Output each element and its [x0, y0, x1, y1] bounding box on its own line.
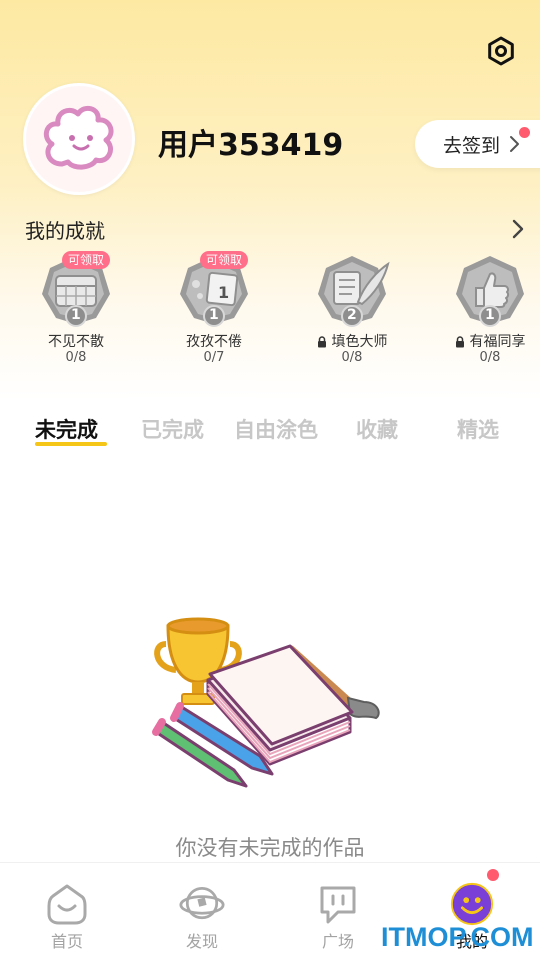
achievements-header[interactable]: 我的成就	[25, 214, 525, 244]
badge-item[interactable]: 1 有福同享 0/8	[425, 250, 540, 370]
badge-progress: 0/8	[341, 350, 363, 365]
watermark: ITMOP.COM	[381, 922, 534, 952]
nav-home[interactable]: 首页	[17, 881, 117, 957]
nav-notification-dot	[487, 869, 499, 881]
badge-level: 1	[71, 307, 81, 323]
badge-level: 2	[347, 307, 357, 323]
planet-icon	[179, 886, 225, 920]
badge-progress: 0/8	[65, 350, 87, 365]
claimable-tag: 可领取	[62, 251, 111, 269]
empty-state-message: 你没有未完成的作品	[175, 836, 365, 860]
checkin-label: 去签到	[443, 134, 501, 157]
badge-progress: 0/8	[479, 350, 501, 365]
badge-level: 1	[485, 307, 495, 323]
achievement-badges: 1 可领取 不见不散 0/8 1 1 可领取 孜孜不倦 0/7 2 填色大师 0…	[0, 250, 540, 370]
tab-finished[interactable]: 已完成	[141, 410, 204, 450]
settings-button[interactable]	[484, 34, 518, 68]
chat-icon	[320, 886, 356, 924]
badge-name: 不见不散	[48, 334, 104, 350]
nav-square-label: 广场	[321, 932, 354, 951]
lock-icon	[317, 336, 326, 348]
thumbs-up-badge-icon: 1	[450, 250, 530, 330]
quill-scroll-badge-icon: 2	[312, 250, 392, 330]
svg-text:1: 1	[218, 283, 229, 302]
profile-face-icon	[450, 882, 494, 926]
claimable-tag: 可领取	[200, 251, 249, 269]
tab-featured[interactable]: 精选	[457, 410, 499, 450]
avatar[interactable]	[23, 83, 135, 195]
badge-level: 1	[209, 307, 219, 323]
active-tab-indicator	[35, 442, 107, 446]
cloud-face-icon	[43, 105, 114, 170]
chevron-right-icon	[510, 136, 520, 152]
home-icon	[47, 884, 87, 925]
chevron-right-icon	[512, 219, 524, 239]
badge-item[interactable]: 2 填色大师 0/8	[287, 250, 417, 370]
badge-item[interactable]: 1 1 可领取 孜孜不倦 0/7	[149, 250, 279, 370]
badge-item[interactable]: 1 可领取 不见不散 0/8	[11, 250, 141, 370]
badge-name: 有福同享	[469, 334, 526, 350]
nav-discover[interactable]: 发现	[152, 881, 252, 957]
tab-favorites[interactable]: 收藏	[356, 410, 398, 450]
nav-square[interactable]: 广场	[288, 881, 388, 957]
nav-discover-label: 发现	[185, 932, 218, 951]
lock-icon	[455, 336, 464, 348]
badge-name: 孜孜不倦	[186, 334, 242, 350]
empty-state-illustration	[152, 617, 380, 788]
sticky-note-badge-icon: 1 1 可领取	[174, 250, 254, 330]
badge-name: 填色大师	[331, 334, 388, 350]
tab-free-coloring[interactable]: 自由涂色	[234, 410, 318, 450]
gear-icon	[488, 36, 514, 66]
achievements-title: 我的成就	[25, 218, 105, 243]
badge-progress: 0/7	[203, 350, 225, 365]
nav-home-label: 首页	[50, 932, 83, 951]
calendar-badge-icon: 1 可领取	[36, 250, 116, 330]
checkin-notification-dot	[519, 127, 530, 138]
username: 用户353419	[158, 128, 344, 163]
